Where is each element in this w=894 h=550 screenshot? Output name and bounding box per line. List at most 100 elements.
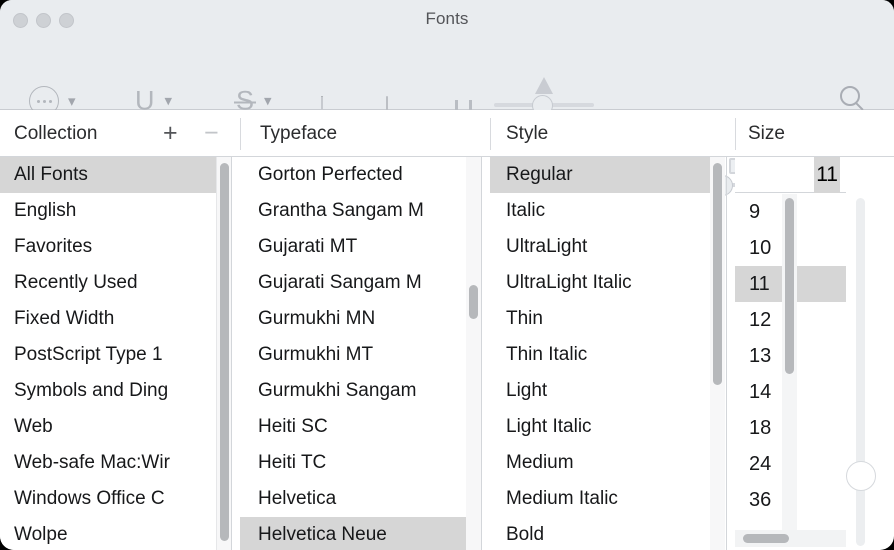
- collection-item[interactable]: PostScript Type 1: [0, 337, 231, 373]
- typeface-item[interactable]: Gurmukhi MN: [240, 301, 472, 337]
- size-horizontal-scrollbar[interactable]: [735, 530, 846, 547]
- typeface-item[interactable]: Gurmukhi MT: [240, 337, 472, 373]
- collection-item-label: Windows Office C: [14, 488, 165, 509]
- collection-item-label: Fixed Width: [14, 308, 115, 329]
- add-collection-button[interactable]: +: [163, 121, 178, 146]
- header-separator: [735, 118, 736, 150]
- typeface-scrollbar[interactable]: [466, 157, 481, 550]
- collection-item-label: Wolpe: [14, 524, 68, 545]
- size-item-label: 9: [749, 201, 761, 223]
- size-item-label: 24: [749, 453, 772, 475]
- collection-list[interactable]: All Fonts English Favorites Recently Used Fi…: [0, 157, 231, 550]
- collection-item[interactable]: Symbols and Ding: [0, 373, 231, 409]
- style-item[interactable]: Thin: [490, 301, 715, 337]
- collection-item[interactable]: Wolpe: [0, 517, 231, 550]
- typeface-item-label: Gorton Perfected: [258, 164, 403, 185]
- style-item[interactable]: Thin Italic: [490, 337, 715, 373]
- collection-item[interactable]: Favorites: [0, 229, 231, 265]
- style-item[interactable]: UltraLight Italic: [490, 265, 715, 301]
- chevron-down-icon: ▾: [264, 91, 272, 110]
- column-header-row: Collection + − Typeface Style Size: [0, 110, 894, 157]
- collection-item[interactable]: Web-safe Mac:Wir: [0, 445, 231, 481]
- style-list[interactable]: Regular Italic UltraLight UltraLight Italic…: [490, 157, 715, 550]
- collection-item-label: Favorites: [14, 236, 93, 257]
- collection-item-label: Symbols and Ding: [14, 380, 169, 401]
- typeface-item[interactable]: Grantha Sangam M: [240, 193, 472, 229]
- collection-header-label: Collection: [14, 123, 98, 144]
- style-item[interactable]: Regular: [490, 157, 715, 193]
- style-item[interactable]: Light Italic: [490, 409, 715, 445]
- typeface-item-label: Gujarati Sangam M: [258, 272, 422, 293]
- typeface-item[interactable]: Gorton Perfected: [240, 157, 472, 193]
- size-scrollbar-thumb[interactable]: [785, 198, 794, 374]
- style-item[interactable]: UltraLight: [490, 229, 715, 265]
- style-item-label: Bold: [506, 524, 545, 545]
- style-header-label: Style: [506, 123, 549, 144]
- collection-item[interactable]: Fixed Width: [0, 301, 231, 337]
- size-slider-knob[interactable]: [846, 461, 876, 491]
- size-horizontal-scrollbar-thumb[interactable]: [743, 534, 789, 543]
- fonts-window: Fonts ▾ U ▾ S ▾ Collection + − Typeface …: [0, 0, 894, 550]
- size-scrollbar[interactable]: [782, 194, 797, 530]
- size-item-label: 18: [749, 417, 772, 439]
- typeface-item[interactable]: Gurmukhi Sangam: [240, 373, 472, 409]
- style-scrollbar[interactable]: [710, 157, 725, 550]
- collection-item-label: Web: [14, 416, 53, 437]
- size-header-label: Size: [748, 123, 785, 144]
- size-input-field[interactable]: 11: [735, 157, 846, 193]
- collection-scrollbar-thumb[interactable]: [220, 163, 229, 541]
- style-item-label: Light: [506, 380, 548, 401]
- collection-scrollbar[interactable]: [216, 157, 231, 550]
- size-slider[interactable]: [843, 198, 879, 550]
- style-item[interactable]: Bold: [490, 517, 715, 550]
- header-separator: [490, 118, 491, 150]
- collection-item[interactable]: All Fonts: [0, 157, 231, 193]
- window-title: Fonts: [425, 9, 469, 28]
- typeface-item-label: Gurmukhi Sangam: [258, 380, 417, 401]
- header-separator: [240, 118, 241, 150]
- typeface-item[interactable]: Helvetica Neue: [240, 517, 472, 550]
- typeface-item[interactable]: Gujarati MT: [240, 229, 472, 265]
- style-item-label: Thin: [506, 308, 543, 329]
- size-item-label: 10: [749, 237, 772, 259]
- style-item-label: UltraLight: [506, 236, 588, 257]
- typeface-scrollbar-thumb[interactable]: [469, 285, 478, 319]
- size-item-label: 13: [749, 345, 772, 367]
- style-scrollbar-thumb[interactable]: [713, 163, 722, 385]
- style-item[interactable]: Light: [490, 373, 715, 409]
- size-input-value[interactable]: 11: [814, 157, 840, 193]
- typeface-item-label: Gurmukhi MN: [258, 308, 376, 329]
- size-item-label: 14: [749, 381, 772, 403]
- style-item[interactable]: Italic: [490, 193, 715, 229]
- typeface-item-label: Grantha Sangam M: [258, 200, 424, 221]
- typeface-item[interactable]: Helvetica: [240, 481, 472, 517]
- chevron-down-icon: ▾: [68, 91, 76, 110]
- typeface-item-label: Gujarati MT: [258, 236, 358, 257]
- pane-divider: [231, 157, 232, 550]
- collection-item[interactable]: Recently Used: [0, 265, 231, 301]
- pane-divider: [726, 157, 727, 550]
- remove-collection-button: −: [204, 119, 219, 147]
- collection-item-label: Recently Used: [14, 272, 138, 293]
- style-item-label: Italic: [506, 200, 546, 221]
- typeface-list[interactable]: Gorton Perfected Grantha Sangam M Gujarati…: [240, 157, 472, 550]
- typeface-item-label: Heiti TC: [258, 452, 327, 473]
- typeface-header-label: Typeface: [260, 123, 338, 144]
- style-item-label: Medium Italic: [506, 488, 618, 509]
- collection-item[interactable]: Web: [0, 409, 231, 445]
- typeface-item[interactable]: Heiti TC: [240, 445, 472, 481]
- fonts-toolbar: ▾ U ▾ S ▾: [0, 41, 894, 196]
- chevron-down-icon: ▾: [164, 91, 173, 110]
- style-item-label: Light Italic: [506, 416, 592, 437]
- typeface-item[interactable]: Heiti SC: [240, 409, 472, 445]
- collection-item[interactable]: Windows Office C: [0, 481, 231, 517]
- typeface-item[interactable]: Gujarati Sangam M: [240, 265, 472, 301]
- collection-item[interactable]: English: [0, 193, 231, 229]
- style-item-label: Regular: [506, 164, 573, 185]
- style-item[interactable]: Medium Italic: [490, 481, 715, 517]
- triangle-cap-icon: [535, 77, 553, 94]
- style-item-label: Medium: [506, 452, 574, 473]
- collection-item-label: PostScript Type 1: [14, 344, 163, 365]
- style-item[interactable]: Medium: [490, 445, 715, 481]
- typeface-item-label: Heiti SC: [258, 416, 328, 437]
